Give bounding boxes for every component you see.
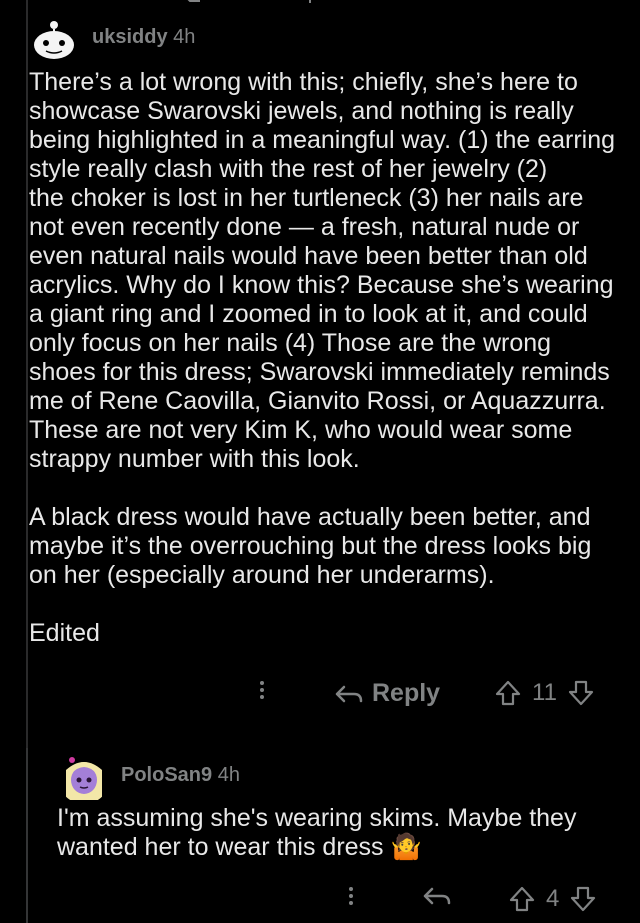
avatar[interactable]	[58, 752, 110, 804]
comment-body: I'm assuming she's wearing skims. Maybe …	[57, 804, 577, 861]
reply-button[interactable]: Reply	[334, 679, 440, 708]
downvote-icon[interactable]	[569, 885, 597, 913]
upvote-icon[interactable]	[508, 885, 536, 913]
downvote-icon[interactable]	[567, 679, 595, 707]
more-options-icon[interactable]	[259, 678, 265, 702]
username[interactable]: uksiddy	[92, 26, 168, 48]
username[interactable]: PoloSan9	[121, 764, 212, 786]
upvote-icon[interactable]	[494, 679, 522, 707]
timestamp: 4h	[173, 26, 196, 48]
comment-author[interactable]: PoloSan9 4h	[121, 764, 240, 787]
timestamp: 4h	[217, 764, 240, 786]
more-options-icon[interactable]	[348, 884, 354, 908]
previous-comment-actions	[0, 0, 640, 6]
avatar[interactable]	[28, 17, 80, 63]
vote-controls: 4	[508, 885, 597, 913]
reply-arrow-icon	[423, 887, 451, 905]
upvote-icon[interactable]	[300, 0, 320, 11]
reply-button[interactable]	[422, 885, 452, 907]
reply-arrow-icon[interactable]	[180, 0, 202, 11]
comment-actions: 4	[0, 882, 640, 922]
comment-author[interactable]: uksiddy 4h	[92, 26, 195, 49]
downvote-icon[interactable]	[500, 0, 526, 11]
reply-arrow-icon	[335, 685, 363, 702]
snoo-avatar-icon	[34, 21, 74, 59]
reply-label: Reply	[372, 679, 441, 707]
anime-avatar-icon	[66, 757, 102, 800]
comment-body: There’s a lot wrong with this; chiefly, …	[29, 68, 616, 647]
vote-controls: 11	[494, 679, 595, 707]
vote-count: 4	[546, 885, 560, 912]
comment-actions: Reply 11	[0, 676, 640, 716]
vote-count: 11	[532, 679, 557, 706]
